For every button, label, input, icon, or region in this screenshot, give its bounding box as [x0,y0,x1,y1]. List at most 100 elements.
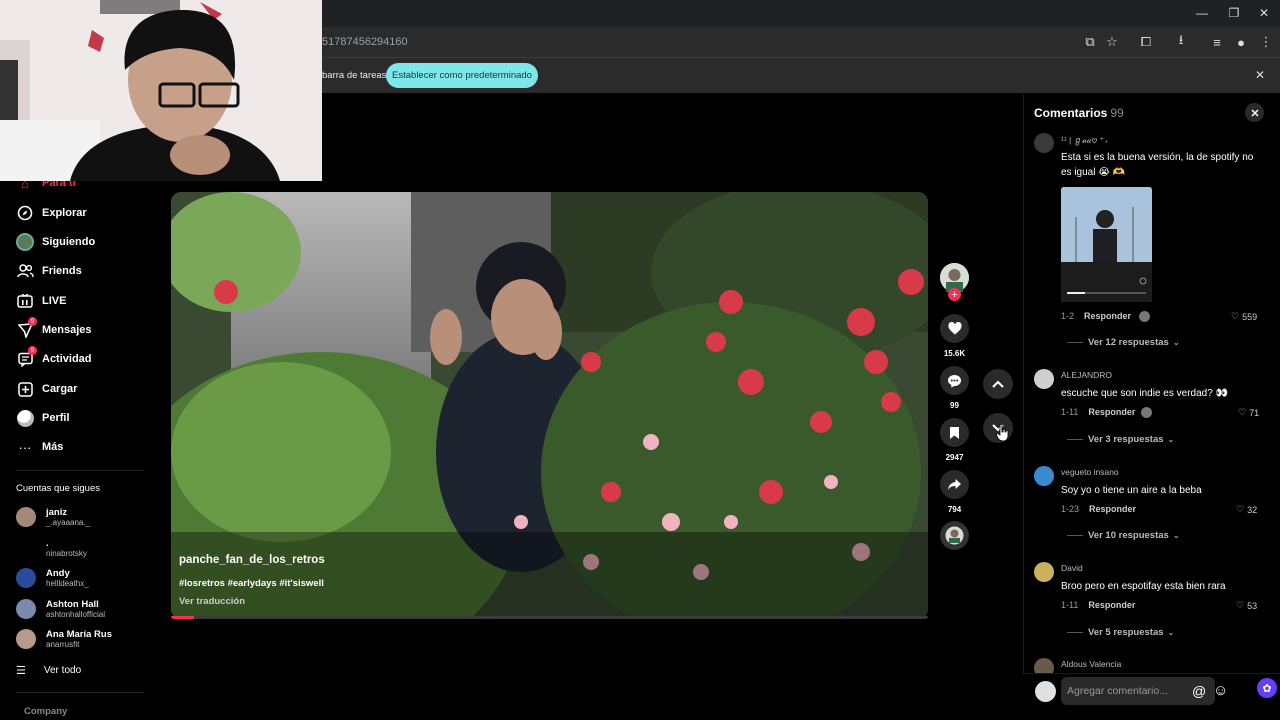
company-link[interactable]: Company [24,706,67,717]
like-button[interactable] [940,314,969,343]
sidebar-item-cargar[interactable]: Cargar [16,378,77,400]
music-disc-icon [940,521,969,550]
comment-text: Soy yo o tiene un aire a la beba [1061,485,1202,496]
sidebar-item-live[interactable]: LIVE [16,290,66,312]
heart-icon [947,322,962,335]
comments-count: 99 [1110,106,1124,120]
share-button[interactable] [940,470,969,499]
heart-outline-icon: ♡ [1238,407,1247,417]
share-count: 794 [947,505,962,514]
activity-icon: 9 [16,346,37,368]
followed-account[interactable]: Andy hellldeathx_ [16,565,89,591]
sidebar-item-actividad[interactable]: 9 Actividad [16,346,92,370]
avatar[interactable] [1034,133,1054,153]
sidebar-item-mensajes[interactable]: 9 Mensajes [16,317,92,341]
reply-button[interactable]: Responder [1088,600,1135,610]
video-author-username[interactable]: panche_fan_de_los_retros [179,554,325,566]
avatar[interactable] [1034,369,1054,389]
chevron-down-icon: ⌄ [1172,338,1180,347]
avatar [16,599,36,619]
set-default-button[interactable]: Establecer como predeterminado [386,63,538,88]
sidebar-item-siguiendo[interactable]: Siguiendo [16,231,95,253]
reading-list-icon[interactable]: ≡ [1209,34,1225,50]
url-text[interactable]: 51787456294160 [322,36,408,48]
sidebar-item-friends[interactable]: Friends [16,260,82,282]
sidebar-item-mas[interactable]: ··· Más [16,436,64,458]
comment-text: escuche que son indie es verdad? 👀 [1061,388,1229,399]
comment-button[interactable] [940,366,969,395]
download-icon[interactable]: ⭳ [1173,32,1189,50]
comment-username[interactable]: ALEJANDRO [1061,370,1112,380]
webcam-overlay [0,0,322,181]
live-icon [16,292,34,310]
avatar[interactable] [1034,466,1054,486]
friends-icon [16,262,34,280]
comment-like-button[interactable]: ♡ 559 [1231,311,1257,322]
window-close-icon[interactable]: ✕ [1256,6,1272,20]
view-replies-button[interactable]: Ver 10 respuestas ⌄ [1067,530,1180,541]
sidebar-item-explorar[interactable]: Explorar [16,202,87,224]
follow-plus-icon[interactable]: + [948,288,961,301]
bookmark-star-icon[interactable]: ☆ [1104,34,1120,50]
comment-count: 99 [950,401,959,410]
video-hashtags[interactable]: #losretros #earlydays #it'siswell [179,578,324,589]
reply-button[interactable]: Responder [1088,407,1135,417]
avatar [16,507,36,527]
comment-attached-image[interactable] [1061,187,1152,302]
webcam-person-image [0,0,322,181]
comment-like-button[interactable]: ♡ 32 [1236,504,1257,515]
emoji-icon[interactable]: ☺ [1213,682,1228,699]
chevron-down-icon: ⌄ [1167,435,1175,444]
comment-like-button[interactable]: ♡ 53 [1236,600,1257,611]
comment-username[interactable]: ¹¹ | ℊ𝓊𝒶𖹭 ⁺₊ [1061,134,1109,146]
comment-text: Broo pero en espotifay esta bien rara [1061,581,1226,592]
view-replies-button[interactable]: Ver 3 respuestas ⌄ [1067,434,1174,445]
save-button[interactable] [940,418,969,447]
comment-like-button[interactable]: ♡ 71 [1238,407,1259,418]
video-progress-bar[interactable] [171,616,928,619]
view-replies-button[interactable]: Ver 5 respuestas ⌄ [1067,627,1174,638]
minimize-icon[interactable]: — [1194,6,1210,20]
creator-reacted-avatar [1139,311,1150,322]
like-count: 15.6K [943,349,966,358]
followed-account[interactable]: Ashton Hall ashtonhallofficial [16,596,105,622]
infobar-close-icon[interactable]: ✕ [1255,68,1265,82]
view-replies-button[interactable]: Ver 12 respuestas ⌄ [1067,337,1180,348]
install-app-icon[interactable]: ⧉ [1082,34,1098,50]
comment-username[interactable]: David [1061,563,1083,573]
share-arrow-icon [948,479,961,490]
music-disc-avatar[interactable] [940,521,969,550]
avatar[interactable] [1034,562,1054,582]
browser-menu-icon[interactable]: ⋮ [1258,34,1274,50]
see-translation-link[interactable]: Ver traducción [179,596,245,607]
chevron-down-icon: ⌄ [1172,531,1180,540]
heart-outline-icon: ♡ [1236,600,1245,610]
following-accounts-title: Cuentas que sigues [16,483,100,494]
followed-account[interactable]: Ana María Rus anarrusfit [16,626,112,652]
messages-icon: 9 [16,317,37,339]
floating-app-icon[interactable]: ✿ [1257,678,1277,698]
list-icon: ☰ [16,665,26,677]
restore-icon[interactable]: ❐ [1226,6,1242,20]
avatar [16,568,36,588]
upload-icon [16,380,34,398]
followed-account[interactable]: . ninabrotsky [16,535,87,561]
extensions-icon[interactable]: ⧠ [1138,34,1154,50]
comment-username[interactable]: vegueto insano [1061,467,1119,477]
reply-button[interactable]: Responder [1089,504,1136,514]
previous-video-button[interactable] [983,369,1013,399]
profile-avatar-icon[interactable]: ● [1233,34,1249,50]
comment-username[interactable]: Aldous Valencia [1061,659,1121,669]
heart-outline-icon: ♡ [1236,504,1245,514]
comment-meta: 1-11 Responder [1061,407,1136,417]
comment-text: Esta si es la buena versión, la de spoti… [1061,152,1254,178]
close-comments-button[interactable] [1245,103,1264,122]
avatar [16,629,36,649]
mention-icon[interactable]: @ [1192,683,1206,699]
followed-account[interactable]: janiz _.ayaaana._ [16,504,90,530]
see-all-link[interactable]: ☰ Ver todo [16,664,81,677]
reply-button[interactable]: Responder [1084,311,1131,321]
chevron-up-icon [992,380,1004,388]
sidebar-item-perfil[interactable]: Perfil [16,407,70,429]
infobar-text: barra de tareas [322,70,387,81]
